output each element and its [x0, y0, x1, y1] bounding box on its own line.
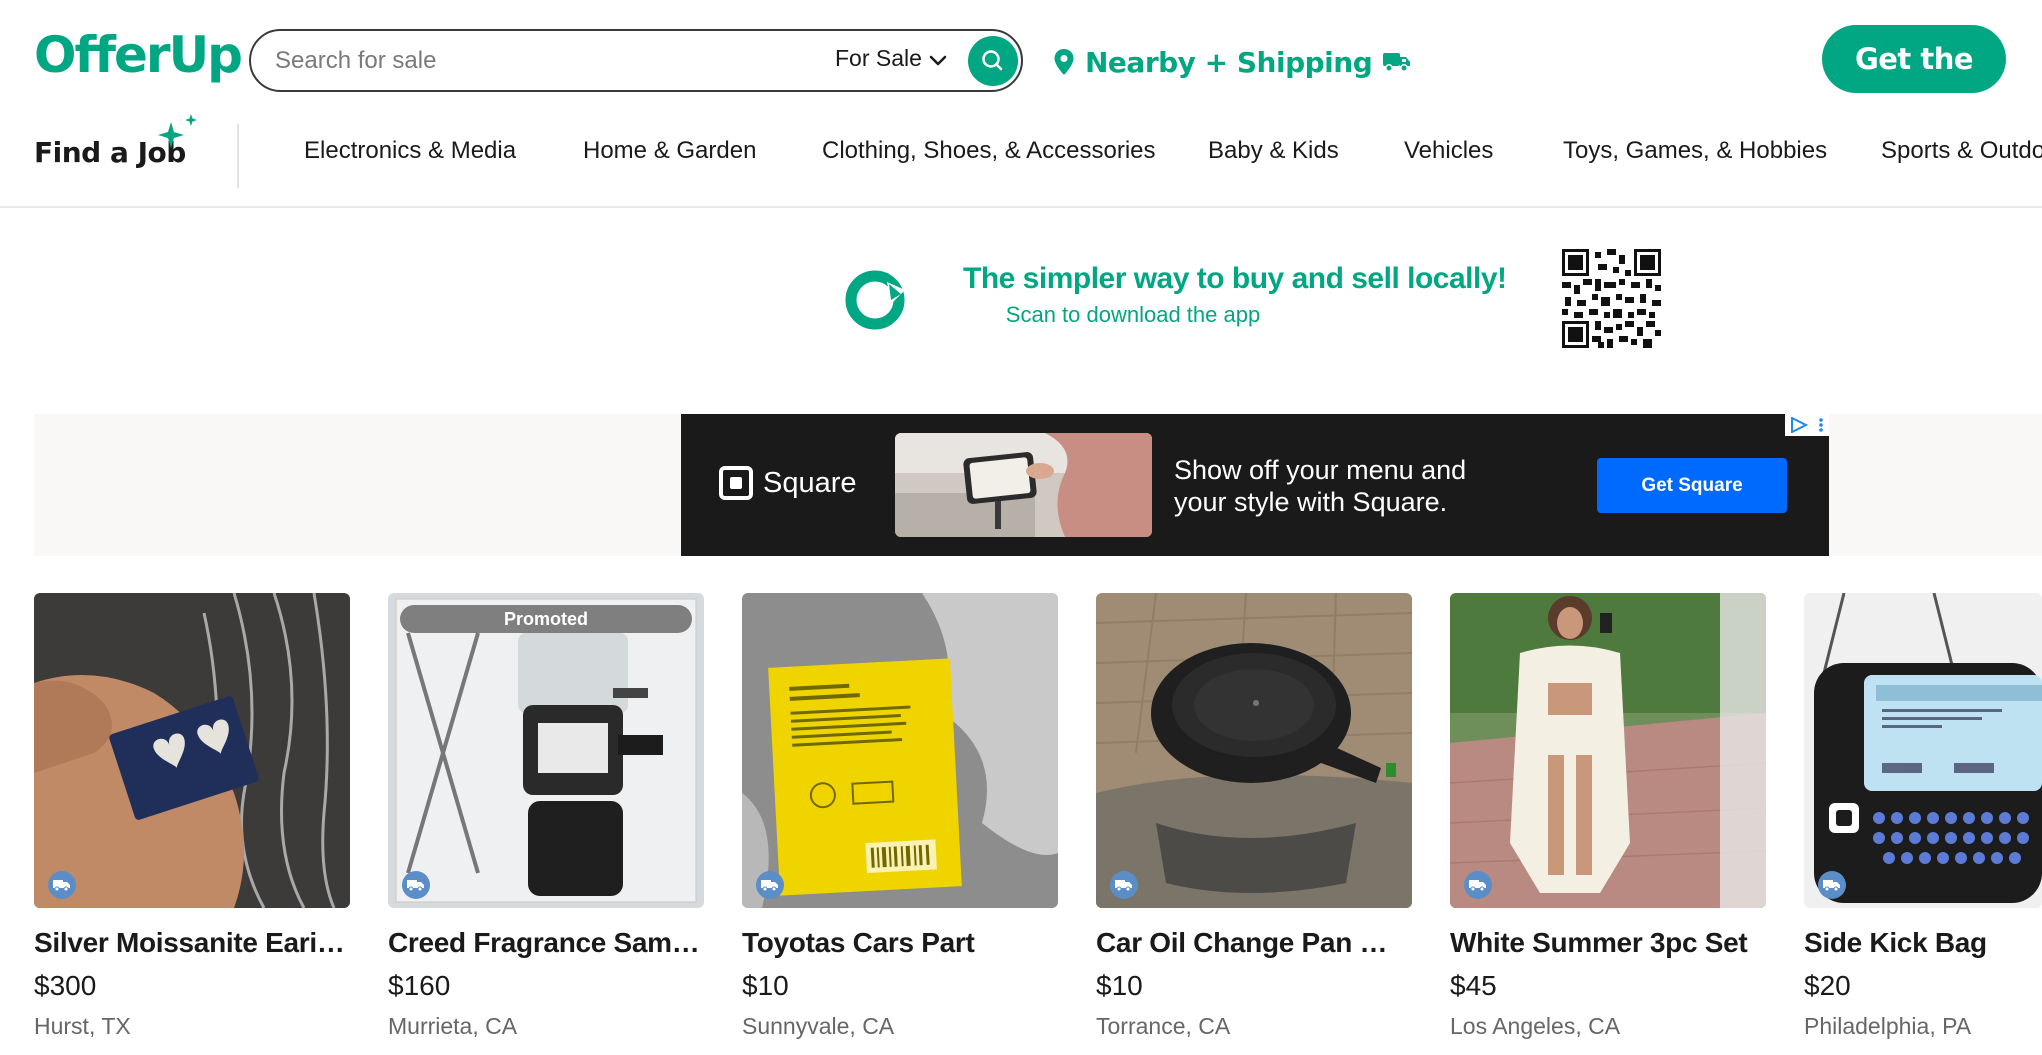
- square-logo-icon: [719, 466, 753, 500]
- listing-price: $10: [1096, 970, 1143, 1001]
- location-selector[interactable]: Nearby + Shipping: [1053, 42, 1412, 82]
- ad-choices-icon[interactable]: [1785, 414, 1829, 436]
- offerup-logo[interactable]: OfferUp: [34, 26, 243, 84]
- listing-location: Los Angeles, CA: [1450, 1013, 1621, 1039]
- listing-price: $300: [34, 970, 97, 1001]
- listing-location: Torrance, CA: [1096, 1013, 1231, 1039]
- sparkle-icon: [158, 114, 197, 148]
- qr-code-icon: [1562, 249, 1661, 348]
- listing-title[interactable]: Side Kick Bag: [1804, 927, 2042, 959]
- offerup-refresh-icon: [845, 270, 905, 330]
- nav-divider: [237, 124, 239, 188]
- shipping-badge: [48, 871, 76, 899]
- category-baby-kids[interactable]: Baby & Kids: [1208, 137, 1339, 165]
- chevron-down-icon[interactable]: [927, 49, 949, 71]
- shipping-badge: [1818, 871, 1846, 899]
- promoted-badge: Promoted: [400, 605, 692, 633]
- category-home-garden[interactable]: Home & Garden: [583, 137, 756, 165]
- get-the-app-button[interactable]: Get the app: [1822, 25, 2006, 144]
- listing-image[interactable]: [1804, 593, 2042, 908]
- promo-subtitle: Scan to download the app: [1005, 302, 1261, 327]
- site-header: OfferUp For Sale Nearby + Shipping Get t…: [0, 0, 2042, 208]
- category-electronics-media[interactable]: Electronics & Media: [304, 137, 516, 165]
- listing-image[interactable]: [1450, 593, 1766, 908]
- truck-icon: [1823, 880, 1840, 892]
- truck-icon: [1115, 880, 1132, 892]
- search-button[interactable]: [968, 36, 1018, 86]
- listing-title[interactable]: Car Oil Change Pan Wi...: [1096, 927, 1412, 959]
- promo-title: The simpler way to buy and sell locally!: [963, 262, 1507, 295]
- listing-price: $45: [1450, 970, 1497, 1001]
- listing-image[interactable]: [34, 593, 350, 908]
- listing-location: Hurst, TX: [34, 1013, 131, 1039]
- truck-icon: [1469, 880, 1486, 892]
- search-mode-select[interactable]: For Sale: [835, 45, 922, 72]
- listing-location: Murrieta, CA: [388, 1013, 518, 1039]
- location-pin-icon: [1054, 49, 1074, 75]
- shipping-badge: [756, 871, 784, 899]
- listing-title[interactable]: Creed Fragrance Sampl...: [388, 927, 704, 959]
- shipping-badge: [402, 871, 430, 899]
- square-brand-name: Square: [763, 466, 857, 499]
- listing-price: $10: [742, 970, 789, 1001]
- get-square-button[interactable]: Get Square: [1597, 458, 1787, 513]
- truck-icon: [407, 880, 424, 892]
- location-label: Nearby + Shipping: [1085, 45, 1373, 79]
- category-toys-games-hobbies[interactable]: Toys, Games, & Hobbies: [1563, 137, 1827, 165]
- truck-icon: [761, 880, 778, 892]
- listing-image[interactable]: [388, 593, 704, 908]
- category-clothing-shoes-accessories[interactable]: Clothing, Shoes, & Accessories: [822, 137, 1156, 165]
- listing-location: Philadelphia, PA: [1804, 1013, 1972, 1039]
- ad-copy-line2: your style with Square.: [1174, 487, 1448, 517]
- square-ad-banner[interactable]: Square Show off your menu and your style…: [681, 414, 1829, 556]
- category-sports-outdoors[interactable]: Sports & Outdoors: [1881, 137, 2042, 165]
- listing-image[interactable]: [742, 593, 1058, 908]
- ad-photo: [895, 433, 1152, 537]
- listing-title[interactable]: Silver Moissanite Earin...: [34, 927, 350, 959]
- listing-image[interactable]: [1096, 593, 1412, 908]
- listing-price: $160: [388, 970, 451, 1001]
- ad-copy-line1: Show off your menu and: [1174, 455, 1467, 485]
- truck-icon: [1383, 53, 1411, 72]
- shipping-badge: [1110, 871, 1138, 899]
- search-input[interactable]: [275, 43, 795, 79]
- truck-icon: [53, 880, 70, 892]
- listing-price: $20: [1804, 970, 1851, 1001]
- shipping-badge: [1464, 871, 1492, 899]
- search-bar: For Sale: [249, 29, 1023, 92]
- ad-copy: Show off your menu and your style with S…: [1174, 454, 1504, 518]
- category-vehicles[interactable]: Vehicles: [1404, 137, 1493, 165]
- listing-location: Sunnyvale, CA: [742, 1013, 895, 1039]
- listing-title[interactable]: Toyotas Cars Part: [742, 927, 1058, 959]
- listing-title[interactable]: White Summer 3pc Set: [1450, 927, 1766, 959]
- search-icon: [982, 50, 1003, 71]
- square-brand: Square: [719, 466, 857, 500]
